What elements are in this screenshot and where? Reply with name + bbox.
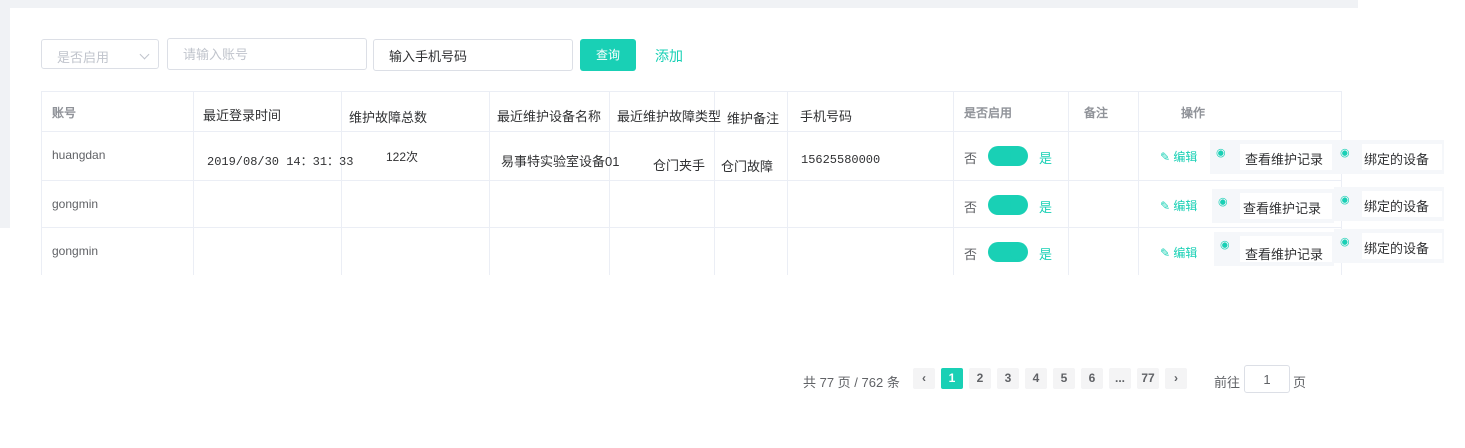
header-fault-type: 最近维护故障类型	[617, 109, 722, 124]
col-divider	[609, 91, 610, 275]
switch-track[interactable]	[988, 146, 1028, 166]
header-phone: 手机号码	[800, 109, 853, 124]
col-divider	[41, 91, 42, 275]
eye-icon: ◉	[1340, 147, 1350, 159]
col-divider	[1068, 91, 1069, 275]
eye-icon: ◉	[1216, 147, 1226, 159]
page-button-1[interactable]: 1	[941, 368, 963, 389]
goto-prefix: 前往	[1214, 375, 1241, 390]
row1-maint-remark: 仓门故障	[721, 159, 774, 174]
switch-knob	[1010, 197, 1026, 213]
goto-page-input[interactable]	[1244, 365, 1290, 393]
header-enabled: 是否启用	[964, 106, 1013, 120]
add-link[interactable]: 添加	[655, 46, 683, 66]
row3-bound-devices-button[interactable]: ◉ 绑定的设备	[1334, 229, 1444, 263]
eye-icon: ◉	[1340, 194, 1350, 206]
row1-edit-button[interactable]: ✎ 编辑	[1160, 148, 1197, 165]
col-divider	[193, 91, 194, 275]
goto-suffix: 页	[1293, 375, 1307, 390]
header-remark: 备注	[1084, 106, 1109, 120]
row3-account: gongmin	[52, 244, 99, 258]
row1-bound-devices-button[interactable]: ◉ 绑定的设备	[1334, 140, 1444, 174]
query-button[interactable]: 查询	[580, 39, 636, 71]
phone-search-input[interactable]	[373, 39, 573, 71]
pagination-summary: 共 77 页 / 762 条	[803, 375, 900, 390]
accounts-table: 账号 最近登录时间 维护故障总数 最近维护设备名称 最近维护故障类型 维护备注 …	[41, 91, 1342, 275]
page-button-77[interactable]: 77	[1137, 368, 1159, 389]
switch-off-label: 否	[964, 247, 978, 262]
view-records-label: 查看维护记录	[1243, 201, 1322, 216]
row1-fault-total: 122次	[386, 150, 419, 164]
page-ellipsis[interactable]: ...	[1109, 368, 1131, 389]
prev-page-button[interactable]: ‹	[913, 368, 935, 389]
table-border	[41, 91, 1342, 92]
row-divider	[41, 227, 1342, 228]
enable-filter-select[interactable]: 是否启用	[41, 39, 159, 69]
header-fault-total: 维护故障总数	[349, 110, 428, 125]
row-divider	[41, 131, 1342, 132]
switch-on-label: 是	[1039, 247, 1053, 262]
switch-on-label: 是	[1039, 151, 1053, 166]
header-actions: 操作	[1181, 106, 1206, 120]
switch-track[interactable]	[988, 242, 1028, 262]
row3-view-records-button[interactable]: ◉ 查看维护记录	[1214, 232, 1334, 266]
col-divider	[953, 91, 954, 275]
edit-label: 编辑	[1173, 150, 1198, 164]
row1-last-login: 2019/08/30 14：31：33	[207, 155, 354, 169]
switch-off-label: 否	[964, 200, 978, 215]
row1-fault-type: 仓门夹手	[653, 158, 706, 173]
row2-account: gongmin	[52, 197, 99, 211]
row1-view-records-button[interactable]: ◉ 查看维护记录	[1210, 140, 1334, 174]
page-button-4[interactable]: 4	[1025, 368, 1047, 389]
switch-off-label: 否	[964, 151, 978, 166]
page-button-5[interactable]: 5	[1053, 368, 1075, 389]
chevron-down-icon	[139, 49, 150, 60]
bound-devices-label: 绑定的设备	[1364, 241, 1430, 256]
pencil-icon: ✎	[1160, 246, 1174, 260]
enable-filter-placeholder: 是否启用	[57, 50, 110, 65]
eye-icon: ◉	[1220, 239, 1230, 251]
switch-knob	[1010, 148, 1026, 164]
bound-devices-label: 绑定的设备	[1364, 152, 1430, 167]
row-divider	[41, 180, 1342, 181]
col-divider	[489, 91, 490, 275]
page-button-6[interactable]: 6	[1081, 368, 1103, 389]
switch-knob	[1010, 244, 1026, 260]
row2-edit-button[interactable]: ✎ 编辑	[1160, 197, 1197, 214]
edit-label: 编辑	[1173, 246, 1198, 260]
eye-icon: ◉	[1218, 196, 1228, 208]
next-page-button[interactable]: ›	[1165, 368, 1187, 389]
row2-bound-devices-button[interactable]: ◉ 绑定的设备	[1334, 187, 1444, 221]
edit-label: 编辑	[1173, 199, 1198, 213]
header-last-login: 最近登录时间	[203, 108, 282, 123]
account-search-input[interactable]	[167, 38, 367, 70]
row1-phone: 15625580000	[801, 153, 881, 167]
switch-track[interactable]	[988, 195, 1028, 215]
pencil-icon: ✎	[1160, 150, 1174, 164]
view-records-label: 查看维护记录	[1245, 152, 1324, 167]
col-divider	[1138, 91, 1139, 275]
pencil-icon: ✎	[1160, 199, 1174, 213]
row1-account: huangdan	[52, 148, 106, 162]
row3-edit-button[interactable]: ✎ 编辑	[1160, 244, 1197, 261]
col-divider	[787, 91, 788, 275]
switch-on-label: 是	[1039, 200, 1053, 215]
bound-devices-label: 绑定的设备	[1364, 199, 1430, 214]
col-divider	[341, 91, 342, 275]
header-account: 账号	[52, 106, 77, 120]
header-maint-remark: 维护备注	[727, 111, 780, 126]
header-device-name: 最近维护设备名称	[497, 109, 602, 124]
page-button-2[interactable]: 2	[969, 368, 991, 389]
page-button-3[interactable]: 3	[997, 368, 1019, 389]
view-records-label: 查看维护记录	[1245, 247, 1324, 262]
row1-device-name: 易事特实验室设备01	[501, 154, 620, 169]
eye-icon: ◉	[1340, 236, 1350, 248]
row2-view-records-button[interactable]: ◉ 查看维护记录	[1212, 189, 1334, 223]
